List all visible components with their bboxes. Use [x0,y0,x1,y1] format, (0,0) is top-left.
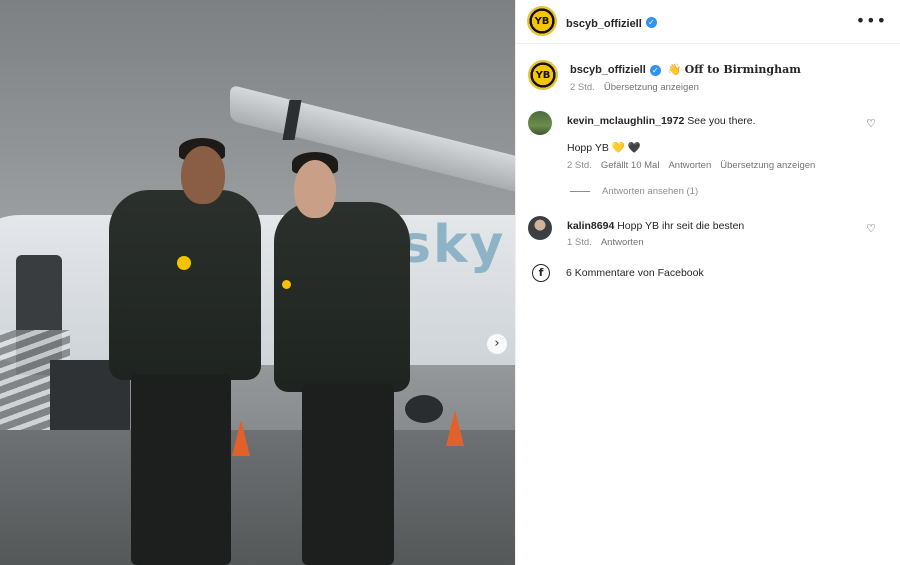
caption-time: 2 Std. [570,82,595,93]
caption-text: bscyb_offiziell ✓ 👋 Off to Birmingham [570,63,801,76]
facebook-icon: f [532,264,550,282]
caption-body: Off to Birmingham [684,63,801,76]
photo-pants [131,374,231,565]
comment-body: Hopp YB ihr seit die besten [617,220,745,232]
photo-jacket [274,202,410,392]
more-options-icon[interactable]: ••• [856,11,887,30]
waving-hand-emoji: 👋 [667,64,682,76]
commenter-avatar[interactable] [528,216,552,240]
view-replies-line [570,190,590,192]
photo-face [181,146,225,204]
comment-username[interactable]: kalin8694 [567,220,614,232]
caption-author-avatar[interactable]: YB [528,60,558,90]
comment-text: kalin8694 Hopp YB ihr seit die besten [567,219,744,233]
comment-body: See you there. [687,115,756,127]
view-replies-label: Antworten ansehen (1) [602,186,699,197]
commenter-avatar[interactable] [528,111,552,135]
verified-badge-icon: ✓ [649,64,661,76]
caption-meta: 2 Std. Übersetzung anzeigen [570,82,708,93]
author-username[interactable]: bscyb_offiziell [566,18,642,30]
post-header: YB bscyb_offiziell ✓ ••• [516,0,900,44]
like-heart-icon[interactable]: ♡ [866,117,876,130]
author-avatar[interactable]: YB [527,6,557,36]
author-info: bscyb_offiziell ✓ [566,14,657,32]
photo-player-right [268,152,413,565]
comment-body-second-line: Hopp YB 💛 🖤 [567,142,641,154]
comment-reply-button[interactable]: Antworten [601,237,644,248]
photo-jacket [109,190,261,380]
caption-translate-link[interactable]: Übersetzung anzeigen [604,82,699,93]
post-side-panel: YB bscyb_offiziell ✓ ••• YB bscyb_offizie… [515,0,900,565]
comment-likes[interactable]: Gefällt 10 Mal [601,160,660,171]
post-photo[interactable]: sky › [0,0,515,565]
facebook-comments-link[interactable]: 6 Kommentare von Facebook [566,267,704,279]
comment-time: 1 Std. [567,237,592,248]
photo-pants [302,384,394,565]
yb-crest-icon [177,256,191,270]
carousel-next-button[interactable]: › [487,334,507,354]
like-heart-icon[interactable]: ♡ [866,222,876,235]
yb-crest-icon [282,280,291,289]
photo-face [294,160,336,218]
comment-meta: 2 Std. Gefällt 10 Mal Antworten Übersetzung… [567,160,824,171]
caption-username[interactable]: bscyb_offiziell [570,64,646,76]
comment: kevin_mclaughlin_1972 See you there. Hop… [528,111,888,181]
verified-badge-icon: ✓ [645,17,657,29]
comment-reply-button[interactable]: Antworten [668,160,711,171]
photo-airline-logo: sky [400,215,506,275]
photo-traffic-cone [446,410,464,446]
comment-translate-link[interactable]: Übersetzung anzeigen [720,160,815,171]
comment: kalin8694 Hopp YB ihr seit die besten 1 … [528,216,888,256]
view-replies-button[interactable]: Antworten ansehen (1) [570,186,698,197]
photo-player-left [105,138,265,565]
comment-text: kevin_mclaughlin_1972 See you there. [567,114,756,128]
comment-meta: 1 Std. Antworten [567,237,653,248]
comment-username[interactable]: kevin_mclaughlin_1972 [567,115,684,127]
comment-time: 2 Std. [567,160,592,171]
